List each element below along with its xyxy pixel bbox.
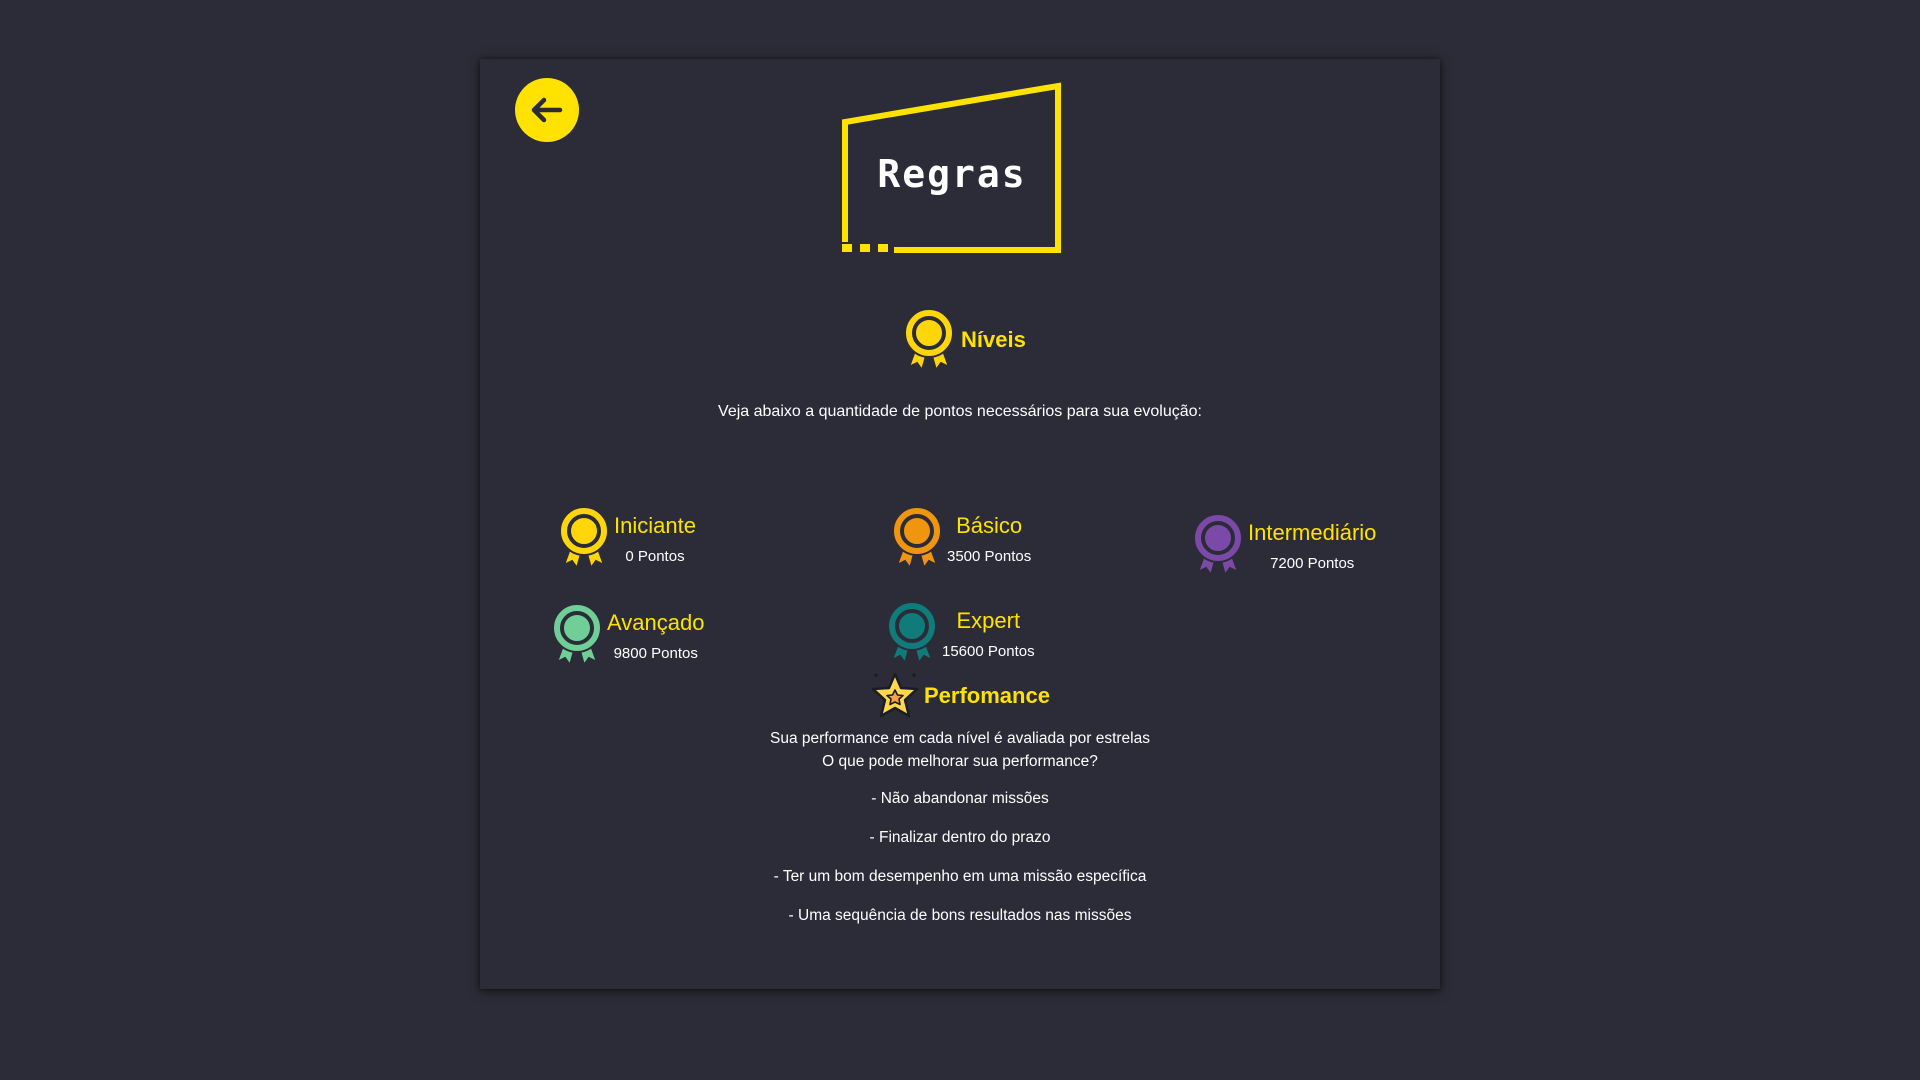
star-icon — [871, 672, 919, 718]
performance-section-header: Perfomance — [868, 669, 1050, 723]
level-name: Intermediário — [1248, 519, 1377, 545]
list-item: - Ter um bom desempenho em uma missão es… — [773, 868, 1147, 885]
arrow-left-icon — [531, 97, 563, 123]
medal-icon — [559, 506, 609, 571]
levels-section-title: Níveis — [961, 327, 1026, 352]
performance-section-title: Perfomance — [924, 683, 1050, 708]
list-item: - Não abandonar missões — [871, 790, 1049, 807]
performance-line-1: Sua performance em cada nível é avaliada… — [770, 730, 1150, 747]
page-title-frame: Regras — [842, 82, 1064, 256]
medal-icon — [552, 603, 602, 668]
levels-intro-text: Veja abaixo a quantidade de pontos neces… — [718, 403, 1202, 420]
level-avancado: Avançado 9800 Pontos — [551, 602, 704, 668]
level-intermediario: Intermediário 7200 Pontos — [1192, 512, 1376, 578]
performance-tips-list: - Não abandonar missões - Finalizar dent… — [480, 787, 1440, 943]
level-points: 15600 Pontos — [942, 642, 1035, 660]
level-name: Iniciante — [614, 512, 696, 538]
rules-card: Regras Níveis Veja abaixo a quantidade d… — [480, 59, 1440, 989]
level-points: 3500 Pontos — [947, 547, 1032, 565]
back-button[interactable] — [515, 78, 579, 142]
medal-icon — [904, 308, 954, 373]
levels-section-header: Níveis — [903, 307, 1026, 373]
level-points: 7200 Pontos — [1270, 554, 1355, 572]
level-name: Avançado — [607, 609, 705, 635]
list-item: - Uma sequência de bons resultados nas m… — [788, 907, 1132, 924]
medal-icon — [1193, 513, 1243, 578]
level-iniciante: Iniciante 0 Pontos — [558, 505, 696, 571]
performance-line-2: O que pode melhorar sua performance? — [822, 753, 1098, 770]
page-title: Regras — [877, 152, 1027, 196]
level-points: 0 Pontos — [625, 547, 685, 565]
level-points: 9800 Pontos — [613, 644, 698, 662]
level-basico: Básico 3500 Pontos — [891, 505, 1031, 571]
list-item: - Finalizar dentro do prazo — [869, 829, 1051, 846]
level-name: Expert — [956, 607, 1021, 633]
medal-icon — [892, 506, 942, 571]
level-expert: Expert 15600 Pontos — [886, 600, 1035, 666]
level-name: Básico — [956, 512, 1023, 538]
medal-icon — [887, 601, 937, 666]
performance-description: Sua performance em cada nível é avaliada… — [480, 727, 1440, 773]
